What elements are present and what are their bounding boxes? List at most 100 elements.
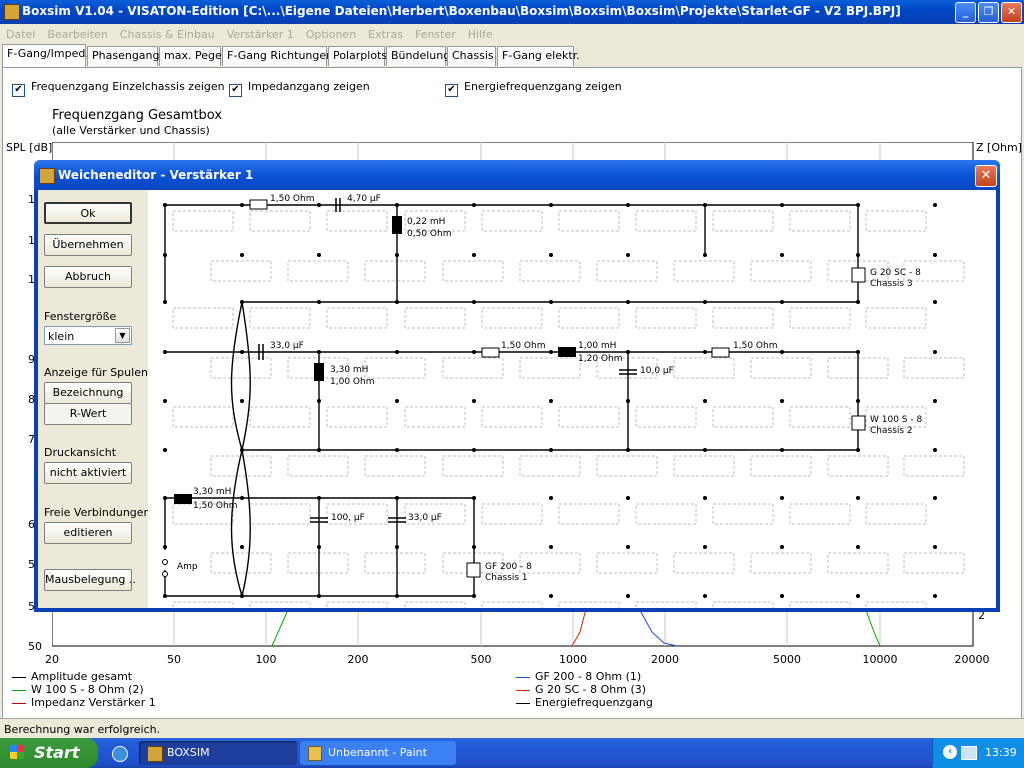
window-size-select[interactable]: klein ▼ (44, 326, 132, 345)
windows-logo-icon (10, 745, 24, 759)
legend-item: W 100 S - 8 Ohm (2) (12, 683, 144, 696)
tab-chassis[interactable]: Chassis (447, 46, 496, 66)
inductor-icon[interactable] (392, 216, 402, 234)
cancel-button[interactable]: Abbruch (44, 266, 132, 288)
speaker-icon[interactable] (466, 562, 481, 578)
dialog-close-button[interactable]: ✕ (975, 165, 997, 187)
amp-terminal-icon[interactable] (162, 559, 168, 565)
component-labels: 1,50 Ohm 4,70 µF 0,22 mH 0,50 Ohm G 20 S… (177, 194, 922, 583)
ok-button[interactable]: Ok (44, 202, 132, 224)
label-d2b: Chassis 2 (870, 426, 913, 436)
tab-max-pegel[interactable]: max. Pegel (159, 46, 225, 66)
option-impedanz[interactable]: ✔ Impedanzgang zeigen (229, 80, 370, 97)
chevron-down-icon[interactable]: ▼ (115, 328, 130, 343)
maximize-button[interactable]: ❐ (978, 2, 999, 23)
legend-label: G 20 SC - 8 Ohm (3) (535, 683, 647, 696)
menu-extras[interactable]: Extras (362, 24, 409, 41)
window-size-label: Fenstergröße (44, 310, 117, 323)
tab-fgang-imped[interactable]: F-Gang/Imped. (2, 44, 89, 67)
resistor-icon[interactable] (481, 347, 500, 358)
label-d2a: W 100 S - 8 (870, 415, 922, 425)
minimize-button[interactable]: _ (955, 2, 976, 23)
edit-connections-button[interactable]: editieren (44, 522, 132, 544)
tab-polarplots[interactable]: Polarplots (328, 46, 387, 66)
resistor-icon[interactable] (249, 199, 268, 210)
label-l4b: 1,50 Ohm (193, 501, 237, 511)
task-paint[interactable]: Unbenannt - Paint (300, 741, 456, 765)
y-axis-label-right: Z [Ohm] (976, 141, 1022, 154)
label-r1: 1,50 Ohm (270, 194, 314, 204)
label-d3a: G 20 SC - 8 (870, 268, 921, 278)
inductor-icon[interactable] (314, 363, 324, 381)
free-connections-label: Freie Verbindungen (44, 506, 151, 519)
legend-label: GF 200 - 8 Ohm (1) (535, 670, 642, 683)
menu-verstaerker[interactable]: Verstärker 1 (221, 24, 300, 41)
menu-hilfe[interactable]: Hilfe (462, 24, 499, 41)
tab-fgang-elektr[interactable]: F-Gang elektr. (497, 46, 580, 66)
grid-dots (163, 203, 937, 598)
resistor-icon[interactable] (711, 347, 730, 358)
menu-bar: Datei Bearbeiten Chassis & Einbau Verstärke… (0, 24, 1024, 44)
checkbox-checked-icon[interactable]: ✔ (229, 84, 242, 97)
apply-button[interactable]: Übernehmen (44, 234, 132, 256)
legend-swatch (12, 702, 26, 704)
start-button[interactable]: Start (0, 738, 98, 768)
option-energie[interactable]: ✔ Energiefrequenzgang zeigen (445, 80, 622, 97)
label-l1b: 0,50 Ohm (407, 229, 451, 239)
legend-label: Amplitude gesamt (31, 670, 133, 683)
print-view-button[interactable]: nicht aktiviert (44, 462, 132, 484)
mouse-config-button[interactable]: Mausbelegung .. (44, 569, 136, 591)
checkbox-checked-icon[interactable]: ✔ (12, 84, 25, 97)
circuit-canvas[interactable]: 1,50 Ohm 4,70 µF 0,22 mH 0,50 Ohm G 20 S… (148, 190, 996, 608)
label-d3b: Chassis 3 (870, 279, 913, 289)
app-title-bar: Boxsim V1.04 - VISATON-Edition [C:\...\E… (0, 0, 1024, 24)
menu-optionen[interactable]: Optionen (300, 24, 362, 41)
checkbox-checked-icon[interactable]: ✔ (445, 84, 458, 97)
option-einzelchassis[interactable]: ✔ Frequenzgang Einzelchassis zeigen (12, 80, 225, 97)
legend-item: Amplitude gesamt (12, 670, 132, 683)
menu-datei[interactable]: Datei (0, 24, 41, 41)
legend-item: G 20 SC - 8 Ohm (3) (516, 683, 646, 696)
chevron-left-icon[interactable]: ‹ (943, 745, 957, 759)
legend-swatch (12, 676, 26, 678)
circuit-diagram[interactable]: 1,50 Ohm 4,70 µF 0,22 mH 0,50 Ohm G 20 S… (148, 190, 996, 608)
quicklaunch-ie-icon[interactable] (112, 746, 128, 762)
task-boxsim[interactable]: BOXSIM (139, 741, 297, 765)
x-tick: 1000 (559, 653, 587, 666)
chart-subtitle: (alle Verstärker und Chassis) (52, 124, 210, 137)
close-button[interactable]: ✕ (1001, 2, 1022, 23)
window-title: Boxsim V1.04 - VISATON-Edition [C:\...\E… (22, 4, 901, 18)
amp-terminal-icon[interactable] (162, 571, 168, 577)
speaker-icon[interactable] (851, 267, 866, 283)
coil-display-label: Anzeige für Spulen (44, 366, 148, 379)
tab-phasengang[interactable]: Phasengang (87, 46, 160, 66)
tab-buendelung[interactable]: Bündelung (386, 46, 450, 66)
menu-chassis-einbau[interactable]: Chassis & Einbau (114, 24, 221, 41)
coil-name-button[interactable]: Bezeichnung (44, 382, 132, 404)
app-icon[interactable] (4, 4, 20, 20)
grid-slots (172, 210, 965, 608)
coil-r-button[interactable]: R-Wert (44, 403, 132, 425)
y-tick: 50 (28, 640, 42, 653)
circuit-wires (164, 204, 859, 597)
task-label: Unbenannt - Paint (328, 746, 427, 759)
window-size-value: klein (48, 330, 75, 343)
legend-label: W 100 S - 8 Ohm (2) (31, 683, 144, 696)
legend-swatch (516, 689, 530, 691)
label-amp: Amp (177, 562, 198, 572)
label-l3a: 1,00 mH (578, 341, 616, 351)
menu-bearbeiten[interactable]: Bearbeiten (41, 24, 113, 41)
label-c4: 100, µF (331, 513, 365, 523)
label-l4a: 3,30 mH (193, 487, 231, 497)
tab-fgang-richtungen[interactable]: F-Gang Richtungen (222, 46, 333, 66)
print-view-label: Druckansicht (44, 446, 117, 459)
inductor-icon[interactable] (174, 494, 192, 504)
x-tick: 20000 (954, 653, 990, 666)
network-icon[interactable] (961, 746, 977, 760)
label-l2b: 1,00 Ohm (330, 377, 374, 387)
inductor-icon[interactable] (558, 347, 576, 357)
menu-fenster[interactable]: Fenster (409, 24, 462, 41)
status-text: Berechnung war erfolgreich. (4, 723, 161, 736)
tab-strip: F-Gang/Imped. Phasengang max. Pegel F-Ga… (0, 44, 1024, 67)
speaker-icon[interactable] (851, 415, 866, 431)
